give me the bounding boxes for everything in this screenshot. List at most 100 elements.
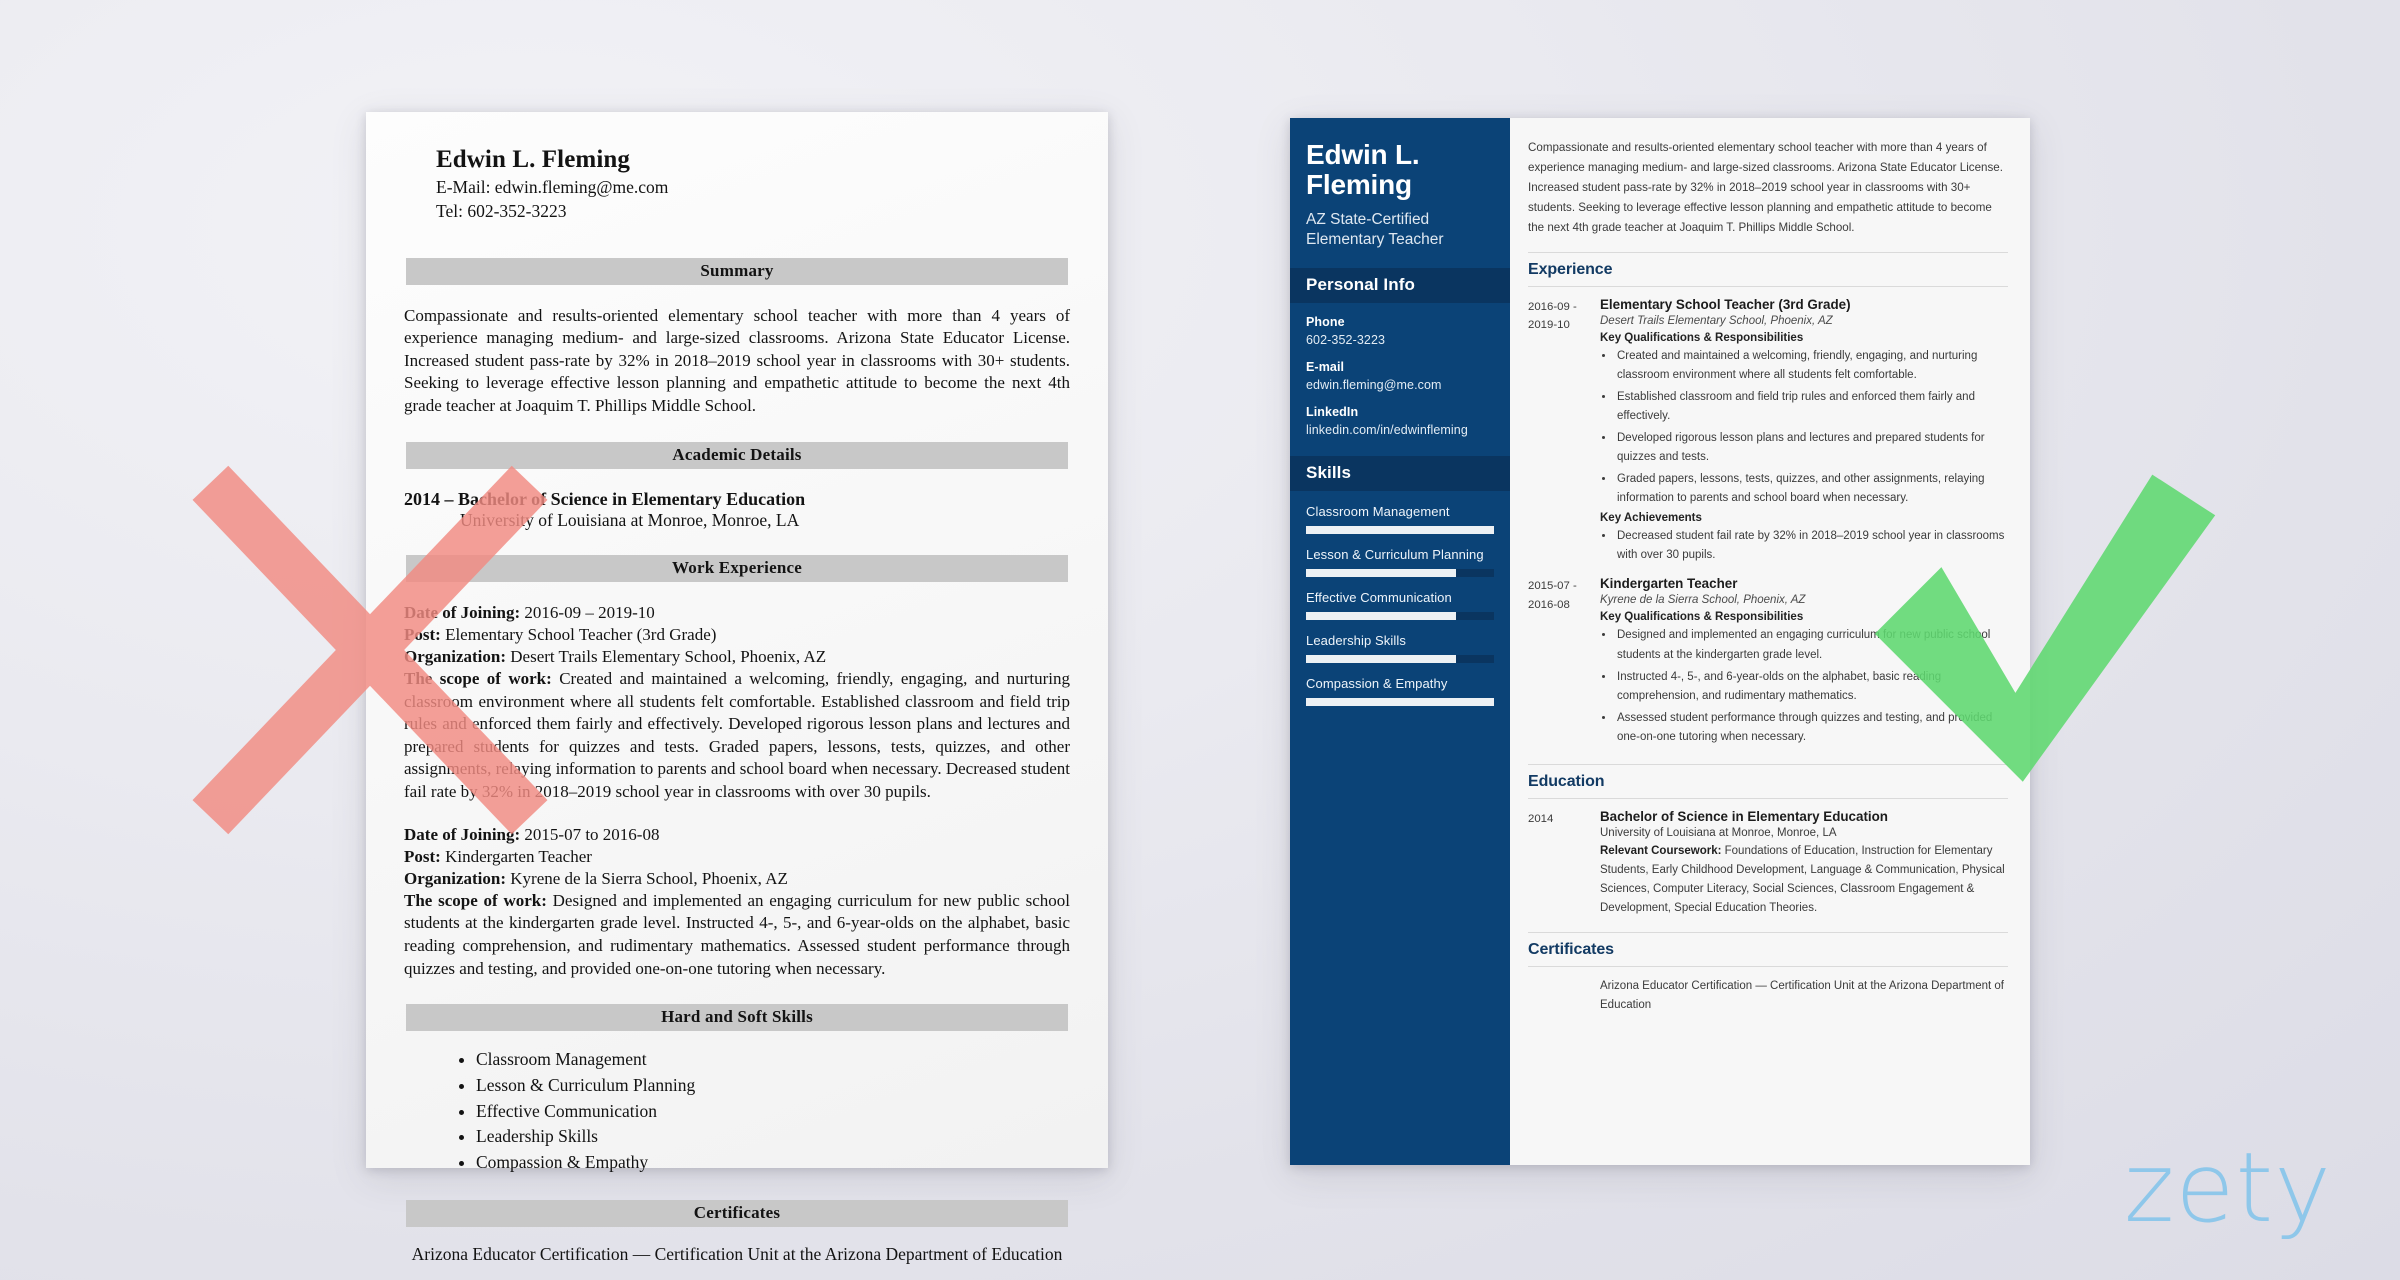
education-entry: 2014 Bachelor of Science in Elementary E… [1528,809,2008,918]
bad-summary-heading: Summary [406,257,1068,285]
achievements-label: Key Achievements [1600,512,1702,525]
skill-bar-fill [1306,654,1457,663]
bad-resume-email: E-Mail: edwin.fleming@me.com [436,177,669,197]
list-item: Graded papers, lessons, tests, quizzes, … [1615,470,2008,508]
list-item: Established classroom and field trip rul… [1615,388,2008,426]
certificates-heading: Certificates [1528,932,2008,968]
qualifications-label: Key Qualifications & Responsibilities [1600,611,1804,624]
phone-label: Phone [1306,314,1345,329]
bad-job-date-label: Date of Joining: [404,602,521,622]
skill-bar-fill [1306,697,1494,706]
experience-bullet-list: Designed and implemented an engaging cur… [1615,626,2008,746]
experience-date-from: 2015-07 - [1528,580,1577,593]
good-resume-job-title: AZ State-Certified Elementary Teacher [1306,211,1444,248]
education-degree: Bachelor of Science in Elementary Educat… [1600,808,1888,824]
bad-job-date-label: Date of Joining: [404,824,521,844]
skills-list: Classroom Management Lesson & Curriculum… [1290,504,1510,706]
list-item: Designed and implemented an engaging cur… [1615,626,2008,664]
good-resume-sidebar: Edwin L. Fleming AZ State-Certified Elem… [1290,118,1510,1165]
skill-item: Effective Communication [1306,590,1494,620]
bad-summary-heading-wrap: Summary [404,257,1070,285]
personal-info-block: Phone 602-352-3223 E-mail edwin.fleming@… [1290,303,1510,456]
skill-label: Compassion & Empathy [1306,675,1448,691]
bad-skills-heading: Hard and Soft Skills [406,1004,1068,1032]
bad-job-entry: Date of Joining: 2016-09 – 2019-10 Post:… [404,602,1070,804]
bad-academic-heading-wrap: Academic Details [404,441,1070,469]
bad-resume-document: Edwin L. Fleming E-Mail: edwin.fleming@m… [366,112,1108,1264]
skill-bar-fill [1306,525,1494,534]
good-resume-main-column: Compassionate and results-oriented eleme… [1510,118,2030,1165]
bad-certificates-heading: Certificates [406,1199,1068,1227]
phone-value: 602-352-3223 [1306,332,1386,347]
experience-date-to: 2019-10 [1528,319,1570,332]
skill-label: Classroom Management [1306,503,1450,519]
bad-academic-heading: Academic Details [406,441,1068,469]
coursework-label: Relevant Coursework: [1600,844,1722,857]
list-item: Classroom Management [476,1047,1070,1073]
skill-bar-track [1306,654,1494,663]
skill-bar-track [1306,568,1494,577]
list-item: Created and maintained a welcoming, frie… [1615,347,2008,385]
bad-job-post-label: Post: [404,846,441,866]
experience-date: 2015-07 - 2016-08 [1528,576,1600,749]
skill-bar-track [1306,697,1494,706]
email-value: edwin.fleming@me.com [1306,377,1442,392]
education-heading: Education [1528,763,2008,799]
bad-certificates-heading-wrap: Certificates [404,1199,1070,1227]
experience-entry: 2015-07 - 2016-08 Kindergarten Teacher K… [1528,576,2008,749]
bad-work-heading-wrap: Work Experience [404,554,1070,582]
bad-job-date: 2015-07 to 2016-08 [524,824,660,844]
linkedin-value: linkedin.com/in/edwinfleming [1306,422,1468,437]
bad-job-org: Kyrene de la Sierra School, Phoenix, AZ [510,868,788,888]
zety-logo: zety [2124,1132,2332,1244]
experience-title: Kindergarten Teacher [1600,576,1738,592]
bad-job-org-label: Organization: [404,868,506,888]
experience-date: 2016-09 - 2019-10 [1528,297,1600,569]
experience-title: Elementary School Teacher (3rd Grade) [1600,296,1851,312]
good-resume-name: Edwin L. Fleming [1306,139,1420,201]
skill-bar-fill [1306,611,1457,620]
list-item: Developed rigorous lesson plans and lect… [1615,429,2008,467]
bad-job-org: Desert Trails Elementary School, Phoenix… [510,646,827,666]
bad-job-entry: Date of Joining: 2015-07 to 2016-08 Post… [404,824,1070,981]
list-item: Instructed 4-, 5-, and 6-year-olds on th… [1615,668,2008,706]
bad-resume-name: Edwin L. Fleming [436,146,630,173]
skill-bar-fill [1306,568,1457,577]
bad-academic-school: University of Louisiana at Monroe, Monro… [460,509,800,530]
list-item: Assessed student performance through qui… [1615,709,2008,747]
experience-entry: 2016-09 - 2019-10 Elementary School Teac… [1528,297,2008,569]
qualifications-label: Key Qualifications & Responsibilities [1600,331,1804,344]
bad-job-post: Elementary School Teacher (3rd Grade) [445,624,717,644]
education-school: University of Louisiana at Monroe, Monro… [1600,826,1837,839]
list-item: Lesson & Curriculum Planning [476,1073,1070,1099]
skill-item: Leadership Skills [1306,633,1494,663]
experience-org: Desert Trails Elementary School, Phoenix… [1600,314,1833,327]
skill-bar-track [1306,525,1494,534]
email-label: E-mail [1306,359,1345,374]
bad-skills-list: Classroom Management Lesson & Curriculum… [476,1047,1070,1176]
bad-work-heading: Work Experience [406,554,1068,582]
bad-job-scope-label: The scope of work: [404,890,547,910]
experience-org: Kyrene de la Sierra School, Phoenix, AZ [1600,594,1806,607]
bad-job-scope-label: The scope of work: [404,668,552,688]
bad-certificate-text: Arizona Educator Certification — Certifi… [411,1243,1063,1264]
skill-label: Lesson & Curriculum Planning [1306,546,1484,562]
good-resume-document: Edwin L. Fleming AZ State-Certified Elem… [1290,118,2030,1165]
achievement-bullet-list: Decreased student fail rate by 32% in 20… [1615,527,2008,565]
skill-item: Classroom Management [1306,504,1494,534]
bad-resume-phone: Tel: 602-352-3223 [436,200,567,221]
bad-skills-heading-wrap: Hard and Soft Skills [404,1004,1070,1032]
skill-label: Leadership Skills [1306,632,1406,648]
list-item: Effective Communication [476,1099,1070,1125]
bad-job-date: 2016-09 – 2019-10 [524,602,655,622]
experience-heading: Experience [1528,251,2008,287]
experience-date-from: 2016-09 - [1528,300,1577,313]
education-date: 2014 [1528,812,1554,825]
good-summary-text: Compassionate and results-oriented eleme… [1528,141,2003,234]
bad-summary-text: Compassionate and results-oriented eleme… [404,305,1070,416]
bad-job-org-label: Organization: [404,646,506,666]
bad-job-post: Kindergarten Teacher [445,846,592,866]
linkedin-label: LinkedIn [1306,404,1359,419]
skill-bar-track [1306,611,1494,620]
experience-date-to: 2016-08 [1528,598,1570,611]
